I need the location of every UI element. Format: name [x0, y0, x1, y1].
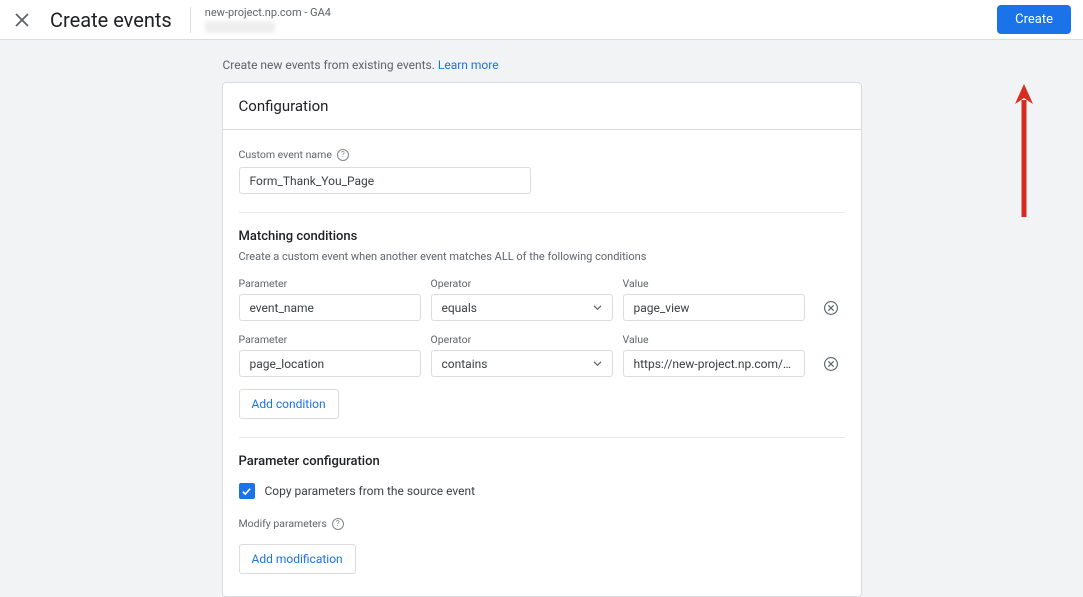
value-label: Value [623, 333, 805, 346]
intro-text: Create new events from existing events. … [223, 58, 862, 72]
parameter-input[interactable] [239, 350, 421, 377]
value-label: Value [623, 277, 805, 290]
configuration-heading: Configuration [223, 83, 861, 130]
custom-event-name-input[interactable] [239, 167, 531, 194]
project-subtext-redacted [205, 21, 275, 33]
divider [190, 7, 191, 33]
copy-parameters-label: Copy parameters from the source event [265, 484, 476, 498]
matching-conditions-sub: Create a custom event when another event… [239, 250, 845, 263]
matching-conditions-heading: Matching conditions [239, 229, 845, 244]
close-icon[interactable] [12, 10, 32, 30]
checkmark-icon [241, 486, 252, 497]
remove-condition-button[interactable] [821, 298, 841, 318]
project-name: new-project.np.com - GA4 [205, 6, 331, 19]
value-input[interactable] [623, 350, 805, 377]
arrow-annotation [1009, 82, 1039, 222]
chevron-down-icon [593, 359, 602, 368]
custom-event-name-label: Custom event name ? [239, 148, 845, 161]
modify-parameters-label: Modify parameters ? [239, 517, 845, 530]
divider [239, 437, 845, 438]
parameter-configuration-heading: Parameter configuration [239, 454, 845, 469]
parameter-label: Parameter [239, 277, 421, 290]
operator-select[interactable]: contains [431, 350, 613, 377]
page-title: Create events [50, 8, 172, 32]
learn-more-link[interactable]: Learn more [438, 58, 499, 72]
condition-row: Parameter Operator equals Value [239, 277, 845, 321]
parameter-input[interactable] [239, 294, 421, 321]
add-modification-button[interactable]: Add modification [239, 544, 356, 574]
remove-condition-button[interactable] [821, 354, 841, 374]
copy-parameters-checkbox[interactable] [239, 483, 255, 499]
help-icon[interactable]: ? [337, 149, 349, 161]
intro-text-content: Create new events from existing events. [223, 58, 438, 72]
divider [239, 212, 845, 213]
create-button[interactable]: Create [997, 5, 1071, 34]
operator-label: Operator [431, 333, 613, 346]
parameter-label: Parameter [239, 333, 421, 346]
chevron-down-icon [593, 303, 602, 312]
help-icon[interactable]: ? [332, 518, 344, 530]
operator-select[interactable]: equals [431, 294, 613, 321]
add-condition-button[interactable]: Add condition [239, 389, 339, 419]
project-indicator: new-project.np.com - GA4 [205, 6, 331, 33]
condition-row: Parameter Operator contains Value [239, 333, 845, 377]
value-input[interactable] [623, 294, 805, 321]
configuration-card: Configuration Custom event name ? Matchi… [222, 82, 862, 597]
operator-label: Operator [431, 277, 613, 290]
